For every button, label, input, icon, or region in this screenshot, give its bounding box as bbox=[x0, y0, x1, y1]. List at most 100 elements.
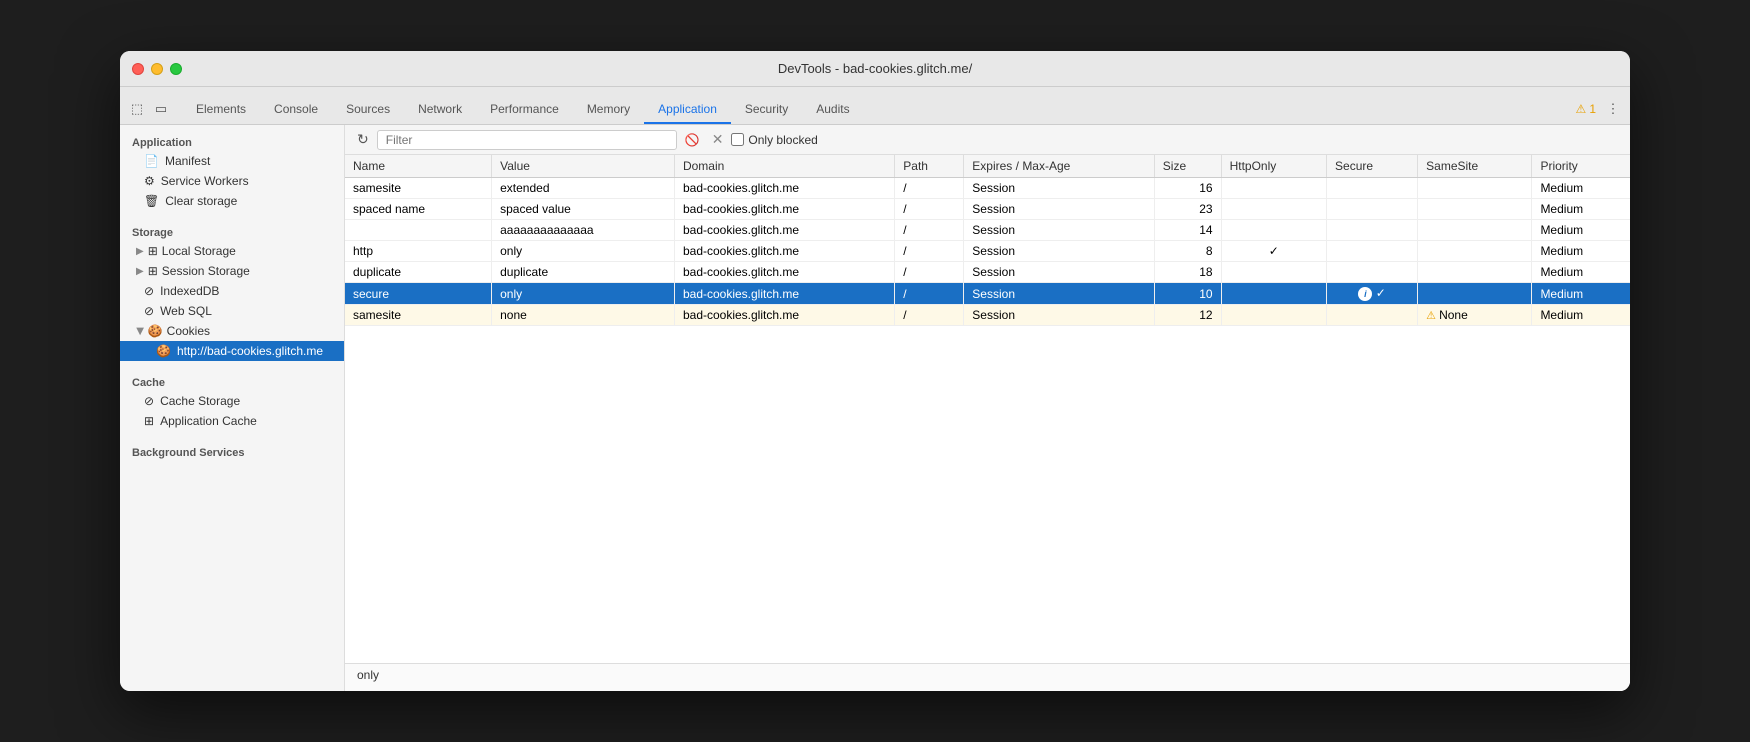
table-row[interactable]: spaced namespaced valuebad-cookies.glitc… bbox=[345, 199, 1630, 220]
table-row[interactable]: samesitenonebad-cookies.glitch.me/Sessio… bbox=[345, 305, 1630, 326]
cell-path: / bbox=[895, 283, 964, 305]
cookie-table-wrapper: Name Value Domain Path Expires / Max-Age… bbox=[345, 155, 1630, 663]
only-blocked-label[interactable]: Only blocked bbox=[731, 133, 817, 147]
tab-security[interactable]: Security bbox=[731, 96, 802, 124]
sidebar-item-service-workers[interactable]: ⚙ Service Workers bbox=[120, 171, 344, 191]
cell-value: only bbox=[492, 283, 675, 305]
cell-size: 18 bbox=[1154, 262, 1221, 283]
toolbar-buttons: ⬚ ▭ bbox=[128, 100, 170, 124]
clear-storage-icon: 🗑 bbox=[144, 194, 159, 208]
cell-path: / bbox=[895, 220, 964, 241]
cell-httponly bbox=[1221, 178, 1326, 199]
cell-name: secure bbox=[345, 283, 492, 305]
cell-expires: Session bbox=[964, 220, 1154, 241]
maximize-button[interactable] bbox=[170, 63, 182, 75]
devtools-window: DevTools - bad-cookies.glitch.me/ ⬚ ▭ El… bbox=[120, 51, 1630, 691]
more-options-icon[interactable]: ⋮ bbox=[1604, 100, 1622, 118]
sidebar-item-manifest[interactable]: 📄 Manifest bbox=[120, 151, 344, 171]
cell-size: 12 bbox=[1154, 305, 1221, 326]
col-size[interactable]: Size bbox=[1154, 155, 1221, 178]
sidebar-item-application-cache[interactable]: ⊞ Application Cache bbox=[120, 411, 344, 431]
tab-sources[interactable]: Sources bbox=[332, 96, 404, 124]
bottom-panel: only bbox=[345, 663, 1630, 691]
bottom-value: only bbox=[357, 668, 379, 682]
cell-secure bbox=[1327, 305, 1418, 326]
cell-expires: Session bbox=[964, 199, 1154, 220]
only-blocked-checkbox[interactable] bbox=[731, 133, 744, 146]
tab-elements[interactable]: Elements bbox=[182, 96, 260, 124]
col-value[interactable]: Value bbox=[492, 155, 675, 178]
table-row[interactable]: secureonlybad-cookies.glitch.me/Session1… bbox=[345, 283, 1630, 305]
cell-httponly bbox=[1221, 305, 1326, 326]
application-section-header: Application bbox=[120, 133, 344, 151]
table-row[interactable]: aaaaaaaaaaaaaabad-cookies.glitch.me/Sess… bbox=[345, 220, 1630, 241]
sidebar-item-cookie-url[interactable]: 🍪 http://bad-cookies.glitch.me bbox=[120, 341, 344, 361]
cell-priority: Medium bbox=[1532, 283, 1630, 305]
tab-memory[interactable]: Memory bbox=[573, 96, 644, 124]
col-secure[interactable]: Secure bbox=[1327, 155, 1418, 178]
sidebar-item-session-storage[interactable]: ▶ ⊞ Session Storage bbox=[120, 261, 344, 281]
cell-expires: Session bbox=[964, 283, 1154, 305]
col-domain[interactable]: Domain bbox=[674, 155, 894, 178]
refresh-icon[interactable]: ↻ bbox=[353, 129, 373, 150]
cell-path: / bbox=[895, 241, 964, 262]
col-samesite[interactable]: SameSite bbox=[1418, 155, 1532, 178]
tab-audits[interactable]: Audits bbox=[802, 96, 863, 124]
cell-httponly: ✓ bbox=[1221, 241, 1326, 262]
tab-network[interactable]: Network bbox=[404, 96, 476, 124]
right-panel: ↻ 🚫 ✕ Only blocked Name Value Domain bbox=[345, 125, 1630, 691]
warning-badge[interactable]: ⚠ 1 bbox=[1576, 102, 1596, 116]
sidebar-item-local-storage[interactable]: ▶ ⊞ Local Storage bbox=[120, 241, 344, 261]
col-name[interactable]: Name bbox=[345, 155, 492, 178]
col-path[interactable]: Path bbox=[895, 155, 964, 178]
col-httponly[interactable]: HttpOnly bbox=[1221, 155, 1326, 178]
secure-checkmark: ✓ bbox=[1372, 286, 1385, 300]
cell-samesite bbox=[1418, 241, 1532, 262]
samesite-warning-icon: ⚠ bbox=[1426, 310, 1439, 322]
cell-value: duplicate bbox=[492, 262, 675, 283]
cell-domain: bad-cookies.glitch.me bbox=[674, 283, 894, 305]
clear-filter-icon[interactable]: ✕ bbox=[708, 129, 728, 150]
filter-no-icon[interactable]: 🚫 bbox=[681, 131, 704, 149]
filter-bar: ↻ 🚫 ✕ Only blocked bbox=[345, 125, 1630, 155]
table-row[interactable]: samesiteextendedbad-cookies.glitch.me/Se… bbox=[345, 178, 1630, 199]
cell-path: / bbox=[895, 262, 964, 283]
cache-section-header: Cache bbox=[120, 373, 344, 391]
sidebar-item-indexeddb[interactable]: ⊘ IndexedDB bbox=[120, 281, 344, 301]
storage-section-header: Storage bbox=[120, 223, 344, 241]
cursor-icon[interactable]: ⬚ bbox=[128, 100, 146, 118]
device-icon[interactable]: ▭ bbox=[152, 100, 170, 118]
cookie-url-icon: 🍪 bbox=[156, 344, 171, 358]
col-expires[interactable]: Expires / Max-Age bbox=[964, 155, 1154, 178]
sidebar-item-web-sql[interactable]: ⊘ Web SQL bbox=[120, 301, 344, 321]
sidebar-item-cache-storage[interactable]: ⊘ Cache Storage bbox=[120, 391, 344, 411]
cell-secure bbox=[1327, 199, 1418, 220]
col-priority[interactable]: Priority bbox=[1532, 155, 1630, 178]
tab-bar: ⬚ ▭ Elements Console Sources Network Per… bbox=[120, 87, 1630, 125]
sidebar-item-cookies[interactable]: ▶ 🍪 Cookies bbox=[120, 321, 344, 341]
cookies-icon: 🍪 bbox=[148, 324, 163, 338]
tab-application[interactable]: Application bbox=[644, 96, 731, 124]
cell-priority: Medium bbox=[1532, 241, 1630, 262]
tab-console[interactable]: Console bbox=[260, 96, 332, 124]
cell-expires: Session bbox=[964, 262, 1154, 283]
arrow-icon: ▶ bbox=[136, 266, 144, 277]
cell-samesite: ⚠ None bbox=[1418, 305, 1532, 326]
cell-value: aaaaaaaaaaaaaa bbox=[492, 220, 675, 241]
filter-input[interactable] bbox=[377, 130, 677, 150]
cell-domain: bad-cookies.glitch.me bbox=[674, 305, 894, 326]
close-button[interactable] bbox=[132, 63, 144, 75]
table-row[interactable]: httponlybad-cookies.glitch.me/Session8✓M… bbox=[345, 241, 1630, 262]
table-row[interactable]: duplicateduplicatebad-cookies.glitch.me/… bbox=[345, 262, 1630, 283]
sidebar-item-clear-storage[interactable]: 🗑 Clear storage bbox=[120, 191, 344, 211]
cell-domain: bad-cookies.glitch.me bbox=[674, 220, 894, 241]
minimize-button[interactable] bbox=[151, 63, 163, 75]
cell-priority: Medium bbox=[1532, 305, 1630, 326]
tab-bar-right: ⚠ 1 ⋮ bbox=[1576, 100, 1622, 124]
arrow-open-icon: ▶ bbox=[134, 327, 145, 335]
cell-secure: i ✓ bbox=[1327, 283, 1418, 305]
tab-performance[interactable]: Performance bbox=[476, 96, 573, 124]
local-storage-icon: ⊞ bbox=[148, 244, 158, 258]
cell-priority: Medium bbox=[1532, 262, 1630, 283]
cell-httponly bbox=[1221, 262, 1326, 283]
